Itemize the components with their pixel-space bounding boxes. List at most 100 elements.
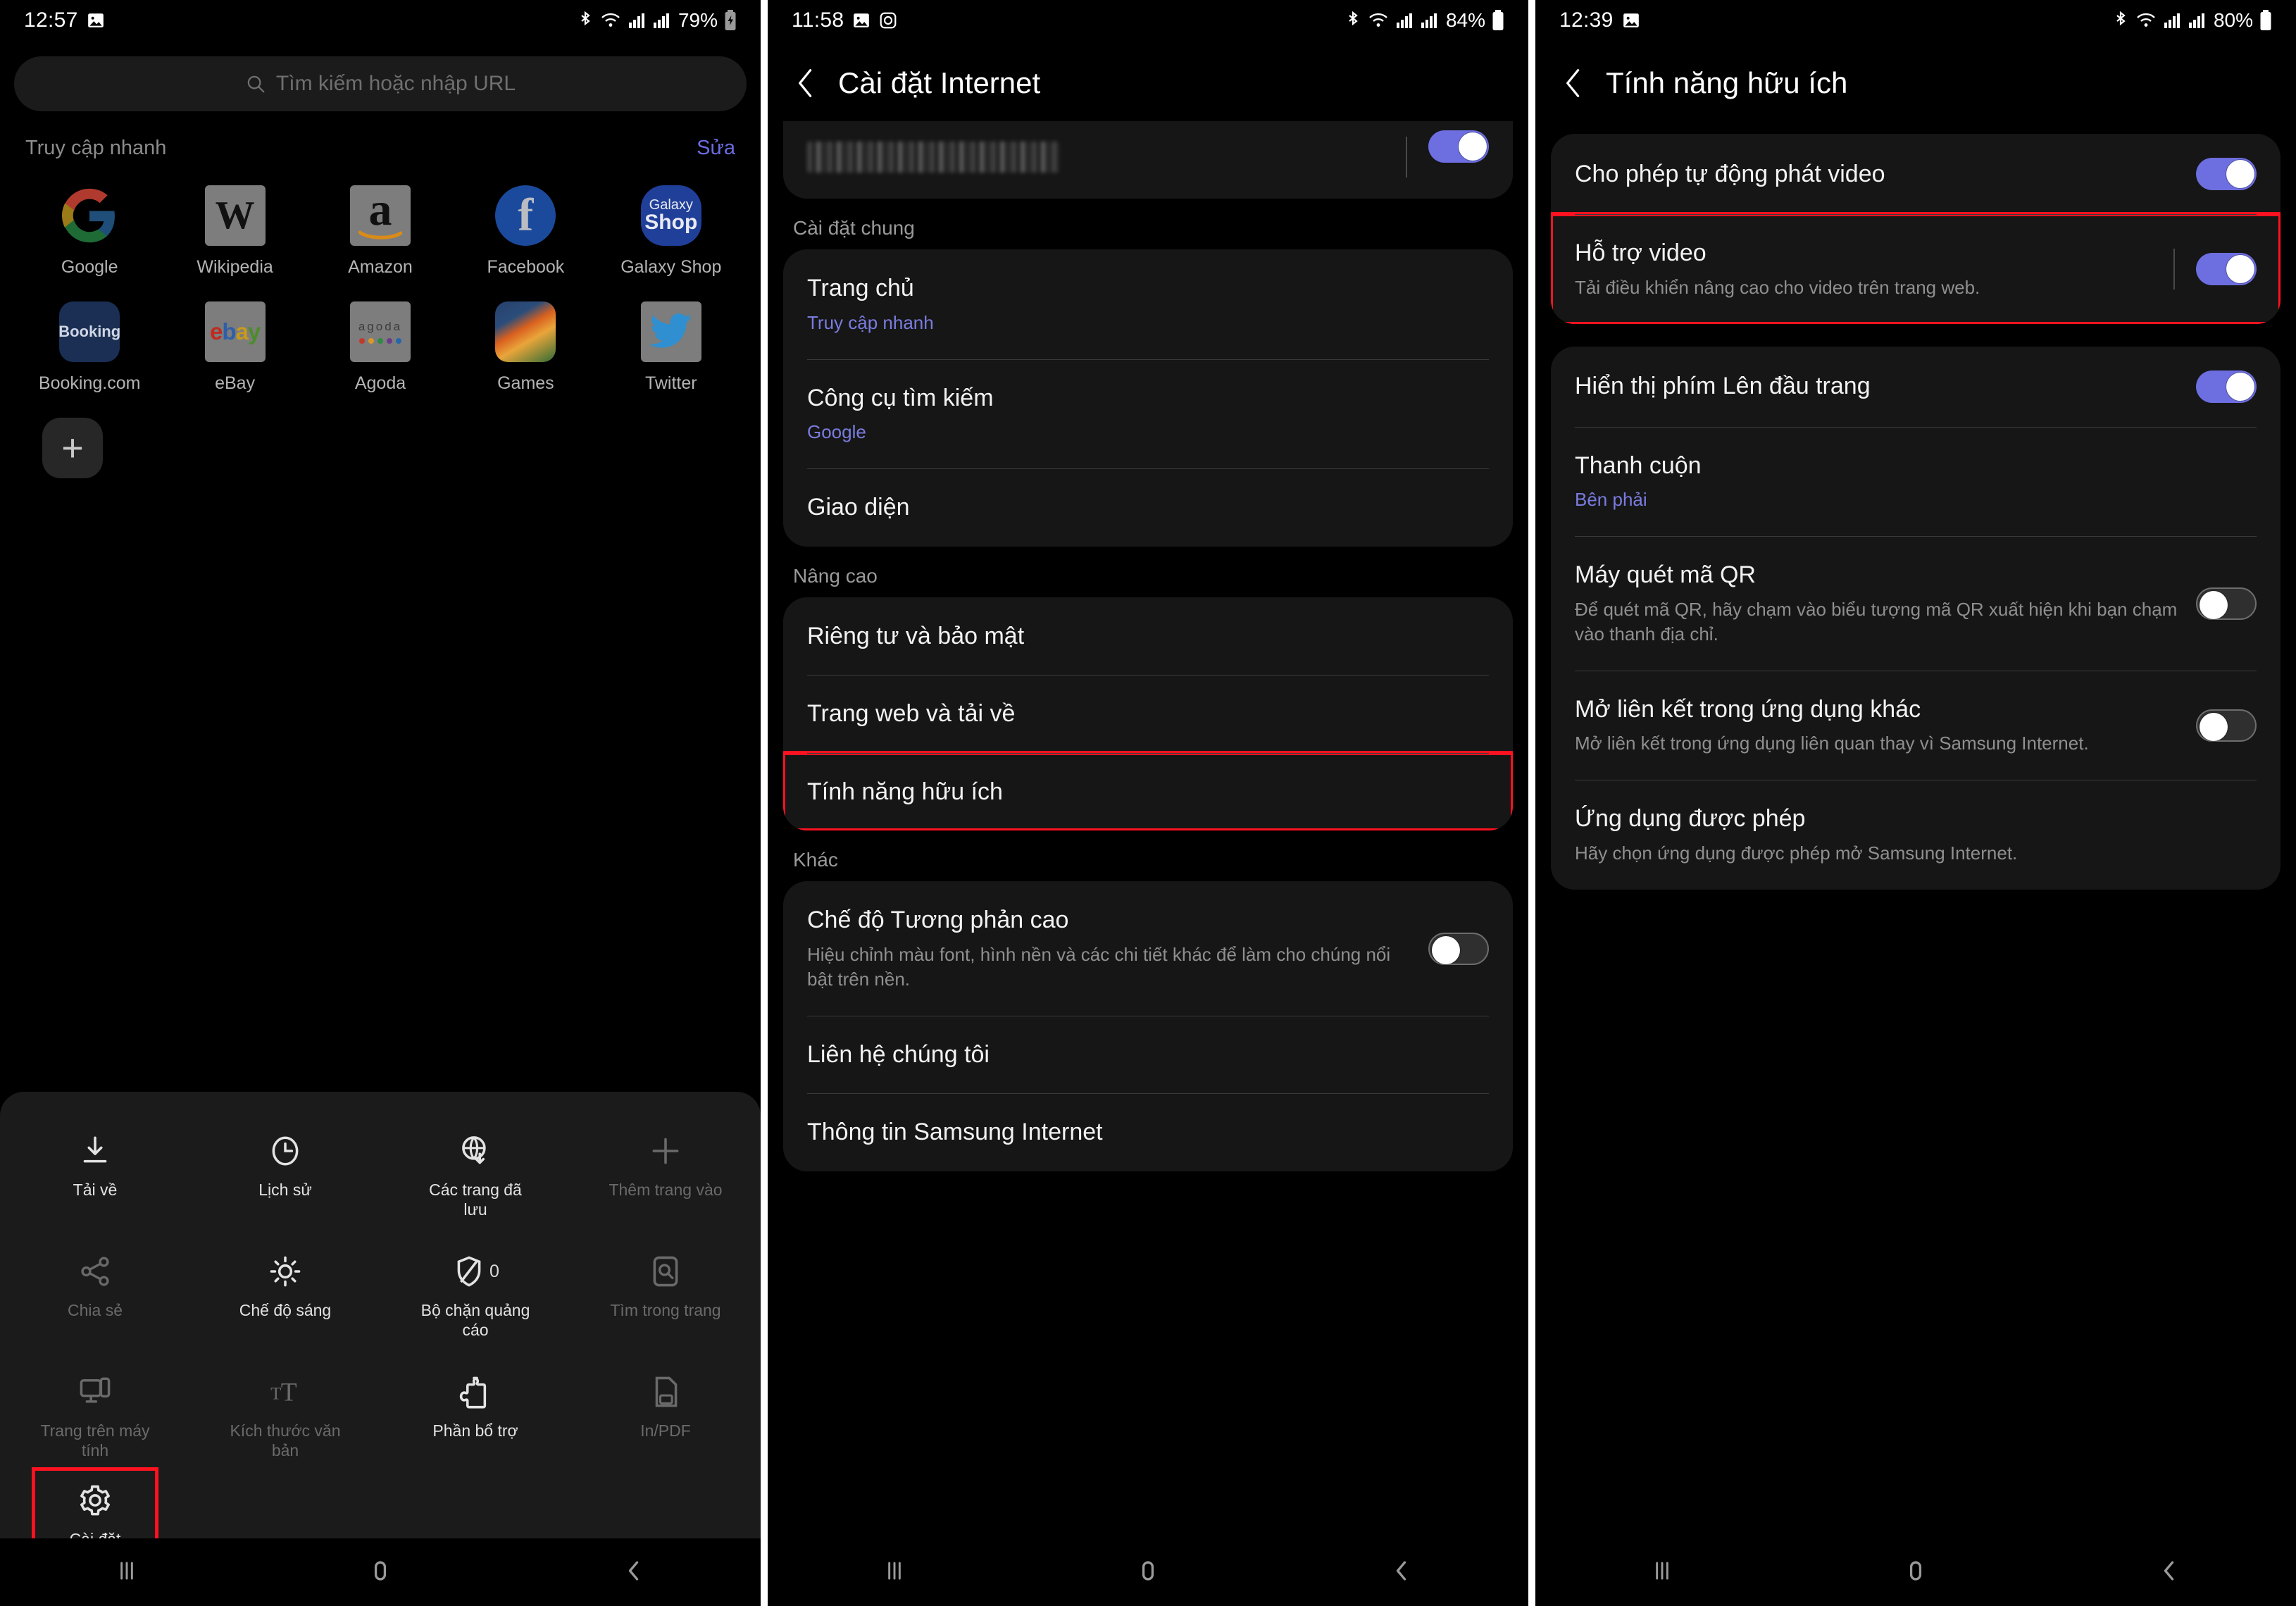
status-time: 12:39 bbox=[1559, 8, 1614, 32]
video-autoplay-toggle[interactable] bbox=[2196, 158, 2257, 190]
quick-access-item-booking[interactable]: Booking Booking.com bbox=[17, 301, 162, 394]
url-search-bar[interactable]: Tìm kiếm hoặc nhập URL bbox=[14, 56, 747, 111]
redacted-label bbox=[807, 142, 1389, 173]
three-panel-screenshot: 12:57 79% Tìm kiếm hoặc nhập URL Truy cậ… bbox=[0, 0, 2296, 1606]
setting-row-sites-downloads[interactable]: Trang web và tải về bbox=[783, 675, 1513, 753]
quick-access-item-twitter[interactable]: Twitter bbox=[599, 301, 744, 394]
setting-title: Giao diện bbox=[807, 494, 910, 521]
setting-row-about-samsung-internet[interactable]: Thông tin Samsung Internet bbox=[783, 1093, 1513, 1171]
signal2-icon bbox=[652, 11, 670, 30]
quick-access-edit-button[interactable]: Sửa bbox=[697, 137, 735, 160]
quick-access-item-google[interactable]: Google bbox=[17, 185, 162, 278]
menu-item-add-page-to[interactable]: Thêm trang vào bbox=[570, 1121, 761, 1229]
wifi-icon bbox=[2135, 11, 2157, 30]
quick-access-label: Galaxy Shop bbox=[620, 257, 722, 277]
setting-row-privacy-security[interactable]: Riêng tư và bảo mật bbox=[783, 597, 1513, 676]
setting-row-scrollbar[interactable]: Thanh cuộn Bên phải bbox=[1551, 426, 2281, 537]
setting-title: Máy quét mã QR bbox=[1575, 561, 1756, 589]
menu-item-add-ons[interactable]: Phần bổ trợ bbox=[380, 1362, 570, 1470]
menu-item-label: Phần bổ trợ bbox=[432, 1421, 518, 1440]
setting-value: Truy cập nhanh bbox=[807, 311, 934, 333]
section-title-other: Khác bbox=[793, 849, 838, 871]
quick-access-add-button[interactable]: + bbox=[42, 417, 103, 478]
setting-title: Cho phép tự động phát video bbox=[1575, 160, 1885, 187]
setting-row-contact-us[interactable]: Liên hệ chúng tôi bbox=[783, 1015, 1513, 1094]
quick-access-label: Games bbox=[497, 373, 554, 393]
open-links-toggle[interactable] bbox=[2196, 709, 2257, 742]
menu-item-history[interactable]: Lịch sử bbox=[190, 1121, 380, 1229]
back-icon[interactable] bbox=[618, 1555, 649, 1590]
menu-item-share[interactable]: Chia sẻ bbox=[0, 1242, 190, 1350]
redacted-toggle[interactable] bbox=[1428, 130, 1489, 163]
quick-access-item-agoda[interactable]: agoda Agoda bbox=[308, 301, 453, 394]
menu-item-find-in-page[interactable]: Tìm trong trang bbox=[570, 1242, 761, 1350]
setting-title: Hiển thị phím Lên đầu trang bbox=[1575, 373, 1871, 400]
redacted-setting-row[interactable] bbox=[783, 121, 1513, 199]
signal2-icon bbox=[2188, 11, 2206, 30]
setting-row-homepage[interactable]: Trang chủ Truy cập nhanh bbox=[783, 249, 1513, 359]
quick-access-label: Booking.com bbox=[38, 373, 141, 393]
wikipedia-icon: W bbox=[204, 185, 266, 246]
setting-row-show-top-button[interactable]: Hiển thị phím Lên đầu trang bbox=[1551, 347, 2281, 427]
wifi-icon bbox=[1368, 11, 1389, 30]
quick-access-item-galaxy-shop[interactable]: Galaxy Shop Galaxy Shop bbox=[599, 185, 744, 278]
status-bar: 12:57 79% bbox=[0, 0, 761, 41]
menu-item-print-pdf[interactable]: In/PDF bbox=[570, 1362, 761, 1470]
battery-percent: 80% bbox=[2213, 9, 2253, 31]
menu-item-ad-blocker[interactable]: 0 Bộ chặn quảng cáo bbox=[380, 1242, 570, 1350]
recents-icon[interactable] bbox=[879, 1555, 910, 1590]
recents-icon[interactable] bbox=[1647, 1555, 1678, 1590]
booking-icon: Booking bbox=[59, 301, 120, 362]
wifi-icon bbox=[600, 11, 621, 30]
setting-row-allowed-apps[interactable]: Ứng dụng được phép Hãy chọn ứng dụng đượ… bbox=[1551, 780, 2281, 890]
toggle-divider bbox=[2173, 248, 2175, 290]
recents-icon[interactable] bbox=[111, 1555, 142, 1590]
quick-access-item-wikipedia[interactable]: W Wikipedia bbox=[162, 185, 307, 278]
quick-access-item-games[interactable]: Games bbox=[453, 301, 598, 394]
setting-row-interface[interactable]: Giao diện bbox=[783, 468, 1513, 547]
high-contrast-toggle[interactable] bbox=[1428, 932, 1489, 965]
quick-access-item-ebay[interactable]: ebay eBay bbox=[162, 301, 307, 394]
back-icon[interactable] bbox=[2154, 1555, 2185, 1590]
back-chevron-icon[interactable] bbox=[792, 66, 820, 100]
back-icon[interactable] bbox=[1386, 1555, 1417, 1590]
setting-row-useful-features[interactable]: Tính năng hữu ích bbox=[783, 750, 1513, 831]
add-ons-puzzle-icon bbox=[458, 1372, 493, 1412]
ad-blocker-count: 0 bbox=[489, 1261, 499, 1281]
quick-access-item-amazon[interactable]: a Amazon bbox=[308, 185, 453, 278]
menu-item-label: In/PDF bbox=[640, 1421, 691, 1440]
battery-icon bbox=[2259, 10, 2272, 31]
menu-item-bright-mode[interactable]: Chế độ sáng bbox=[190, 1242, 380, 1350]
home-icon[interactable] bbox=[1133, 1555, 1163, 1590]
panel-browser-home: 12:57 79% Tìm kiếm hoặc nhập URL Truy cậ… bbox=[0, 0, 761, 1606]
back-chevron-icon[interactable] bbox=[1559, 66, 1587, 100]
setting-row-qr-scanner[interactable]: Máy quét mã QR Để quét mã QR, hãy chạm v… bbox=[1551, 536, 2281, 671]
setting-row-open-links-in-other-apps[interactable]: Mở liên kết trong ứng dụng khác Mở liên … bbox=[1551, 670, 2281, 780]
battery-percent: 79% bbox=[678, 9, 718, 31]
setting-row-video-autoplay[interactable]: Cho phép tự động phát video bbox=[1551, 134, 2281, 214]
menu-item-downloads[interactable]: Tải về bbox=[0, 1121, 190, 1229]
home-icon[interactable] bbox=[365, 1555, 396, 1590]
setting-row-high-contrast[interactable]: Chế độ Tương phản cao Hiệu chỉnh màu fon… bbox=[783, 881, 1513, 1016]
quick-access-item-facebook[interactable]: f Facebook bbox=[453, 185, 598, 278]
home-icon[interactable] bbox=[1900, 1555, 1931, 1590]
qr-scanner-toggle[interactable] bbox=[2196, 587, 2257, 620]
quick-access-label: eBay bbox=[215, 373, 256, 393]
setting-row-video-assistant[interactable]: Hỗ trợ video Tải điều khiển nâng cao cho… bbox=[1551, 212, 2281, 324]
video-assistant-toggle[interactable] bbox=[2196, 252, 2257, 285]
menu-item-label: Các trang đã lưu bbox=[429, 1181, 522, 1219]
status-bar: 11:58 84% bbox=[768, 0, 1528, 41]
menu-item-text-size[interactable]: TT Kích thước văn bản bbox=[190, 1362, 380, 1470]
panel-divider bbox=[761, 0, 768, 1606]
setting-title: Thông tin Samsung Internet bbox=[807, 1119, 1103, 1146]
menu-item-saved-pages[interactable]: Các trang đã lưu bbox=[380, 1121, 570, 1229]
panel-internet-settings: 11:58 84% Cài đặt Internet Cài đặt chung… bbox=[768, 0, 1528, 1606]
menu-item-desktop-view[interactable]: Trang trên máy tính bbox=[0, 1362, 190, 1470]
setting-title: Ứng dụng được phép bbox=[1575, 805, 1806, 833]
quick-access-label: Amazon bbox=[348, 257, 413, 277]
show-top-button-toggle[interactable] bbox=[2196, 370, 2257, 403]
setting-row-search-engine[interactable]: Công cụ tìm kiếm Google bbox=[783, 359, 1513, 469]
quick-access-label: Twitter bbox=[644, 373, 697, 393]
setting-description: Để quét mã QR, hãy chạm vào biểu tượng m… bbox=[1575, 598, 2178, 645]
menu-item-label: Thêm trang vào bbox=[609, 1181, 723, 1199]
